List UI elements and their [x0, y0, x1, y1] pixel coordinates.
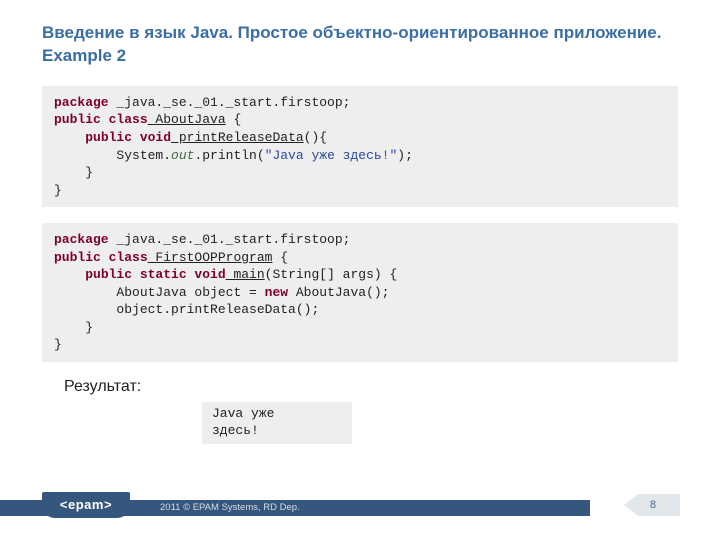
- kw-public-class: public class: [54, 250, 148, 265]
- sysout-out: out: [171, 148, 194, 163]
- class-name: FirstOOPProgram: [148, 250, 273, 265]
- kw-method: public void: [85, 130, 171, 145]
- kw-package: package: [54, 232, 109, 247]
- paren: (){: [304, 130, 327, 145]
- close-brace: }: [54, 183, 62, 198]
- page-number-wrap: 8: [590, 494, 680, 516]
- after-str: );: [397, 148, 413, 163]
- new-pre: AboutJava object =: [116, 285, 264, 300]
- kw-package: package: [54, 95, 109, 110]
- brace: {: [226, 112, 242, 127]
- close-brace: }: [54, 165, 93, 180]
- result-label: Результат:: [64, 378, 678, 396]
- epam-logo: <epam>: [42, 492, 130, 518]
- code-block-1: package _java._se._01._start.firstoop; p…: [42, 86, 678, 207]
- brace: {: [272, 250, 288, 265]
- sysout-pre: System.: [116, 148, 171, 163]
- pkg-name: _java._se._01._start.firstoop;: [109, 95, 351, 110]
- string-literal: "Java уже здесь!": [265, 148, 398, 163]
- call-line: object.printReleaseData();: [116, 302, 319, 317]
- method-args: (String[] args) {: [265, 267, 398, 282]
- pkg-name: _java._se._01._start.firstoop;: [109, 232, 351, 247]
- output-block: Java уже здесь!: [202, 402, 352, 444]
- kw-method: public static void: [85, 267, 225, 282]
- close-brace: }: [54, 320, 93, 335]
- close-brace: }: [54, 337, 62, 352]
- sysout-post: .println(: [194, 148, 264, 163]
- page-arrow-icon: [624, 494, 638, 516]
- class-name: AboutJava: [148, 112, 226, 127]
- page-number: 8: [638, 494, 680, 516]
- footer-text: 2011 © EPAM Systems, RD Dep.: [160, 500, 300, 516]
- kw-new: new: [265, 285, 288, 300]
- kw-public-class: public class: [54, 112, 148, 127]
- slide-title: Введение в язык Java. Простое объектно-о…: [42, 22, 678, 68]
- new-post: AboutJava();: [288, 285, 389, 300]
- method-name: main: [226, 267, 265, 282]
- code-block-2: package _java._se._01._start.firstoop; p…: [42, 223, 678, 362]
- method-name: printReleaseData: [171, 130, 304, 145]
